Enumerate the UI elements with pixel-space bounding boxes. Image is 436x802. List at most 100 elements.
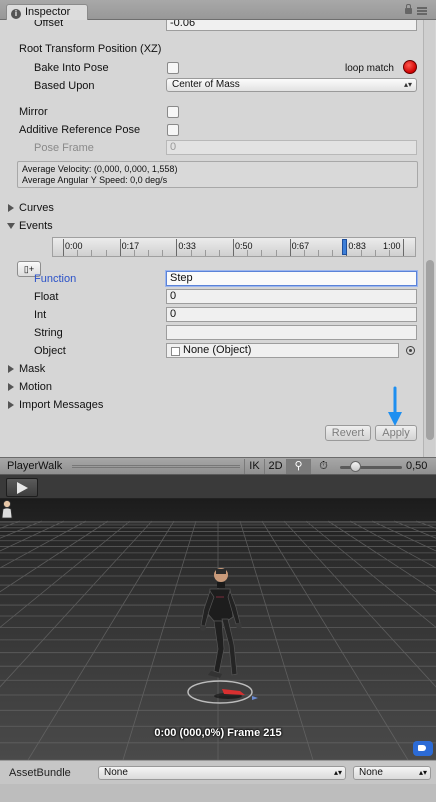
timeline-minor-tick xyxy=(275,250,277,256)
import-messages-foldout[interactable]: Import Messages xyxy=(19,398,103,412)
motion-foldout-arrow-icon[interactable] xyxy=(8,383,14,391)
tab-bar: i Inspector xyxy=(0,0,436,20)
asset-bundle-name-value: None xyxy=(104,767,128,778)
object-label: Object xyxy=(34,345,66,357)
loop-match-indicator xyxy=(403,60,417,74)
preview-scene xyxy=(0,499,436,760)
root-transform-position-header: Root Transform Position (XZ) xyxy=(19,43,162,55)
timeline-tick xyxy=(119,239,121,256)
average-velocity-text: Average Velocity: (0,000, 0,000, 1,558) xyxy=(22,164,178,174)
string-label: String xyxy=(34,327,63,339)
motion-foldout[interactable]: Motion xyxy=(19,380,52,394)
speed-slider-knob[interactable] xyxy=(349,461,361,472)
info-icon: i xyxy=(11,9,21,19)
timeline-minor-tick xyxy=(77,250,79,256)
timeline-minor-tick xyxy=(162,250,164,256)
speed-icon: ⏱ xyxy=(319,460,328,472)
animation-event-marker[interactable] xyxy=(342,239,348,255)
bake-into-pose-label: Bake Into Pose xyxy=(34,62,109,74)
pose-frame-label: Pose Frame xyxy=(34,142,94,154)
additive-reference-pose-label: Additive Reference Pose xyxy=(19,124,141,136)
offset-field[interactable]: -0.06 xyxy=(166,20,417,31)
pivot-toggle[interactable]: ⚲ xyxy=(286,459,310,474)
menu-icon[interactable] xyxy=(417,7,427,15)
lock-icon[interactable] xyxy=(405,4,412,14)
asset-bundle-name-dropdown[interactable]: None ▴▾ xyxy=(98,766,346,780)
curves-foldout-arrow-icon[interactable] xyxy=(8,204,14,212)
function-label: Function xyxy=(34,273,77,285)
speed-toggle[interactable]: ⏱ xyxy=(310,459,336,474)
import-messages-foldout-arrow-icon[interactable] xyxy=(8,401,14,409)
timeline-minor-tick xyxy=(318,250,319,256)
mode-2d-toggle[interactable]: 2D xyxy=(264,459,286,474)
timeline-tick-label: 0:67 xyxy=(291,241,310,251)
function-field[interactable]: Step xyxy=(166,271,417,286)
mask-foldout[interactable]: Mask xyxy=(19,362,45,376)
timeline-minor-tick xyxy=(91,250,93,256)
mirror-checkbox[interactable] xyxy=(167,106,179,118)
tab-inspector-label: Inspector xyxy=(25,6,71,18)
revert-button[interactable]: Revert xyxy=(325,425,371,441)
inspector-scrollbar[interactable] xyxy=(423,20,435,457)
object-type-icon xyxy=(171,347,180,356)
bake-into-pose-checkbox[interactable] xyxy=(167,62,179,74)
preview-playbar xyxy=(0,475,436,499)
timeline-tick-label: 0:33 xyxy=(178,241,196,251)
timeline-minor-tick xyxy=(133,250,135,256)
int-field[interactable]: 0 xyxy=(166,307,417,322)
timeline-tick xyxy=(233,239,234,256)
timeline-tick-label: 0:17 xyxy=(121,241,140,251)
timeline-minor-tick xyxy=(105,250,107,256)
timeline-minor-tick xyxy=(303,250,305,256)
pose-frame-field: 0 xyxy=(166,140,417,155)
ik-toggle[interactable]: IK xyxy=(244,459,264,474)
scrollbar-thumb[interactable] xyxy=(426,260,434,440)
offset-label: Offset xyxy=(34,20,64,29)
based-upon-value: Center of Mass xyxy=(172,79,240,90)
timeline-tick xyxy=(289,239,291,256)
based-upon-dropdown[interactable]: Center of Mass ▴▾ xyxy=(166,78,417,92)
events-foldout-arrow-icon[interactable] xyxy=(7,223,15,229)
pivot-icon: ⚲ xyxy=(294,460,303,472)
tab-inspector[interactable]: i Inspector xyxy=(6,4,88,20)
dropdown-arrows-icon: ▴▾ xyxy=(403,80,412,89)
speed-value: 0,50 xyxy=(406,460,428,472)
timeline-minor-tick xyxy=(261,250,263,256)
annotation-arrow-icon xyxy=(388,386,402,426)
timeline-minor-tick xyxy=(204,250,206,256)
preview-title: PlayerWalk xyxy=(7,460,63,472)
timeline-minor-tick xyxy=(247,250,249,256)
inspector-panel: Offset -0.06 Root Transform Position (XZ… xyxy=(0,20,436,457)
timeline-minor-tick xyxy=(332,250,334,256)
float-label: Float xyxy=(34,291,59,303)
asset-bundle-label: AssetBundle xyxy=(9,767,71,779)
timeline-tick-label: 0:50 xyxy=(235,241,253,251)
events-foldout[interactable]: Events xyxy=(19,219,53,233)
based-upon-label: Based Upon xyxy=(34,80,95,92)
average-angular-speed-text: Average Angular Y Speed: 0,0 deg/s xyxy=(22,175,168,185)
mask-foldout-arrow-icon[interactable] xyxy=(8,365,14,373)
timeline-minor-tick xyxy=(360,250,362,256)
timeline-minor-tick xyxy=(190,250,192,256)
curves-foldout[interactable]: Curves xyxy=(19,201,54,215)
event-timeline[interactable]: 0:00 0:17 0:33 0:50 0:67 0:83 1:00 xyxy=(52,237,416,257)
asset-bundle-bar: AssetBundle None ▴▾ None ▴▾ xyxy=(0,760,436,784)
object-field-value: None (Object) xyxy=(183,344,252,356)
string-field[interactable] xyxy=(166,325,417,340)
object-field[interactable]: None (Object) xyxy=(166,343,399,358)
additive-reference-pose-checkbox[interactable] xyxy=(167,124,179,136)
preview-drag-handle[interactable] xyxy=(72,465,240,468)
tag-icon[interactable] xyxy=(413,741,433,756)
preview-viewport[interactable]: 0:00 (000,0%) Frame 215 xyxy=(0,499,436,760)
float-field[interactable]: 0 xyxy=(166,289,417,304)
timeline-minor-tick xyxy=(218,250,220,256)
play-button[interactable] xyxy=(6,478,38,497)
timeline-tick-label: 0:83 xyxy=(348,241,366,251)
asset-bundle-variant-dropdown[interactable]: None ▴▾ xyxy=(353,766,431,780)
int-label: Int xyxy=(34,309,47,321)
loop-match-label: loop match xyxy=(345,63,394,74)
object-picker-icon[interactable] xyxy=(406,346,415,355)
avatar-icon[interactable] xyxy=(0,499,14,519)
timeline-minor-tick xyxy=(374,250,376,256)
mirror-label: Mirror xyxy=(19,106,48,118)
